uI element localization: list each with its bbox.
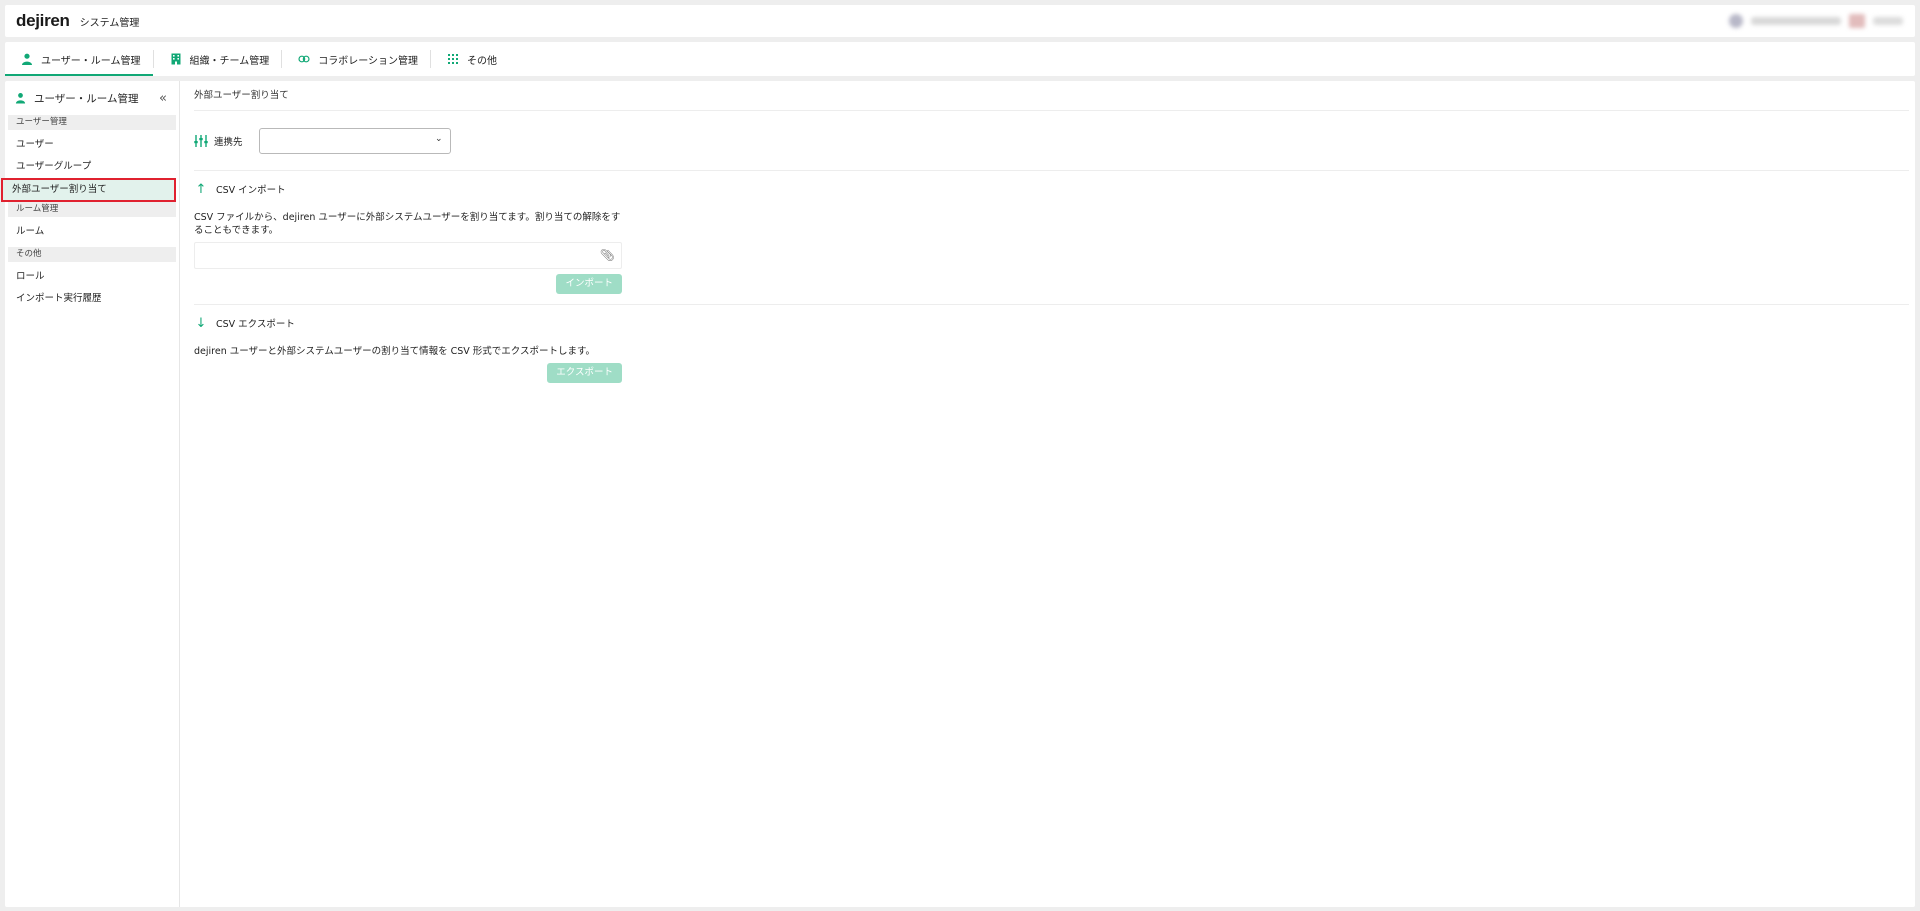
import-description: CSV ファイルから、dejiren ユーザーに外部システムユーザーを割り当てま… [194,212,621,236]
arrow-up-icon: ↑ [195,181,207,197]
import-header: ↑ CSV インポート [194,171,1909,207]
integration-row: 連携先 ⌄ [194,111,1909,171]
avatar[interactable] [1729,14,1743,28]
sidebar-title: ユーザー・ルーム管理 [34,92,139,105]
sidebar-group-other: その他 [8,247,176,262]
arrow-down-icon: ↓ [195,315,207,331]
building-icon [171,53,180,65]
import-title: CSV インポート [216,185,286,196]
tab-label: ユーザー・ルーム管理 [41,55,141,67]
integration-label: 連携先 [214,136,243,148]
tab-label: その他 [467,55,498,67]
sidebar-group-room-management: ルーム管理 [8,202,176,217]
sidebar-item-roles[interactable]: ロール [5,266,179,288]
chevron-down-icon: ⌄ [434,133,443,144]
tab-other[interactable]: その他 [431,42,509,76]
export-description: dejiren ユーザーと外部システムユーザーの割り当て情報を CSV 形式でエ… [194,346,596,357]
sidebar-item-users[interactable]: ユーザー [5,134,179,156]
export-header: ↓ CSV エクスポート [194,305,1909,341]
tab-org-team[interactable]: 組織・チーム管理 [154,42,282,76]
export-button[interactable]: エクスポート [547,363,622,383]
collapse-icon[interactable]: « [159,91,167,106]
user-menu[interactable] [1729,14,1903,28]
sidebar-item-rooms[interactable]: ルーム [5,221,179,243]
tab-label: 組織・チーム管理 [189,55,270,67]
import-button[interactable]: インポート [556,274,622,294]
main-panel: ユーザー・ルーム管理 « ユーザー管理 ユーザー ユーザーグループ 外部ユーザー… [1,81,1915,907]
app-title: システム管理 [79,17,140,29]
user-name[interactable] [1751,17,1841,25]
sidebar-header: ユーザー・ルーム管理 « [5,81,179,115]
app-header: dejiren システム管理 [5,5,1915,37]
content-area: 外部ユーザー割り当て 連携先 ⌄ ↑ CSV インポート CSV ファイルから、… [194,81,1909,393]
file-input[interactable]: 📎︎ [194,242,622,269]
export-actions: エクスポート [194,363,622,383]
sliders-icon [194,134,208,147]
tab-user-room[interactable]: ユーザー・ルーム管理 [5,42,153,76]
sidebar: ユーザー・ルーム管理 « ユーザー管理 ユーザー ユーザーグループ 外部ユーザー… [1,81,180,907]
user-badge[interactable] [1849,14,1865,28]
integration-select[interactable]: ⌄ [258,127,451,154]
tab-label: コラボレーション管理 [318,55,419,67]
person-icon [15,93,26,104]
import-actions: インポート [194,274,622,294]
top-nav: ユーザー・ルーム管理 組織・チーム管理 コラボレーション管理 その他 [5,42,1915,76]
import-section: ↑ CSV インポート CSV ファイルから、dejiren ユーザーに外部シス… [194,171,1909,305]
paperclip-icon[interactable]: 📎︎ [600,248,615,262]
person-icon [22,53,32,65]
sidebar-item-external-user-assignment[interactable]: 外部ユーザー割り当て [1,178,176,202]
grid-icon [448,54,459,64]
export-title: CSV エクスポート [216,319,295,330]
sidebar-group-user-management: ユーザー管理 [8,115,176,130]
link-icon [298,55,310,63]
logo[interactable]: dejiren [16,11,70,31]
sidebar-item-import-history[interactable]: インポート実行履歴 [5,288,179,310]
page-title: 外部ユーザー割り当て [194,81,1909,111]
tab-collaboration[interactable]: コラボレーション管理 [282,42,430,76]
sidebar-item-user-groups[interactable]: ユーザーグループ [5,156,179,178]
export-section: ↓ CSV エクスポート dejiren ユーザーと外部システムユーザーの割り当… [194,305,1909,383]
user-extra[interactable] [1873,17,1903,25]
